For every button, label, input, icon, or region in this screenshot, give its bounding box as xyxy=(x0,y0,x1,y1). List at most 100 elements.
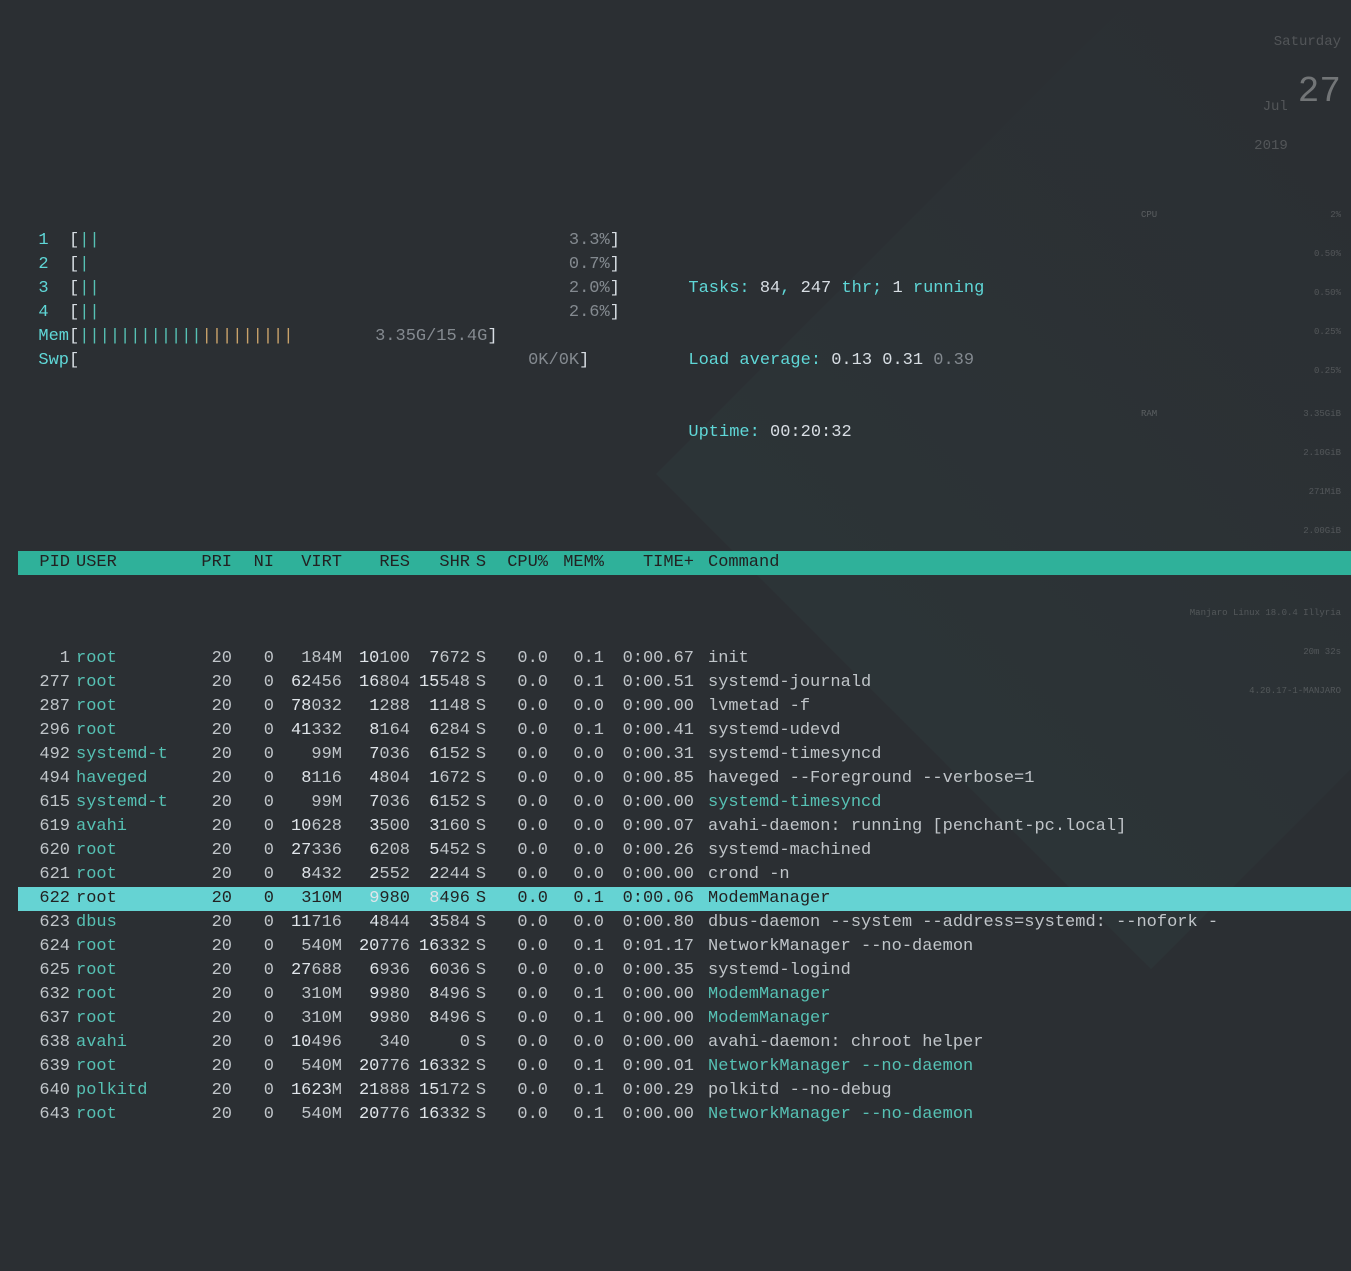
cell-ni: 0 xyxy=(232,863,274,887)
col-user[interactable]: USER xyxy=(76,551,186,575)
cell-pri: 20 xyxy=(186,815,232,839)
cell-res: 20776 xyxy=(342,1103,410,1127)
widget-year: 2019 xyxy=(1245,140,1288,153)
table-header[interactable]: PID USER PRI NI VIRT RES SHR S CPU% MEM%… xyxy=(18,551,1351,575)
cell-s: S xyxy=(470,887,492,911)
cell-user: systemd-t xyxy=(76,791,186,815)
cell-pid: 494 xyxy=(18,767,76,791)
col-shr[interactable]: SHR xyxy=(410,551,470,575)
cell-ni: 0 xyxy=(232,935,274,959)
cell-time: 0:01.17 xyxy=(604,935,704,959)
col-mem[interactable]: MEM% xyxy=(548,551,604,575)
cell-user: systemd-t xyxy=(76,743,186,767)
process-row[interactable]: 620root2002733662085452S0.00.00:00.26sys… xyxy=(18,839,1351,863)
cell-time: 0:00.26 xyxy=(604,839,704,863)
process-row[interactable]: 615systemd-t20099M70366152S0.00.00:00.00… xyxy=(18,791,1351,815)
cell-cmd: ModemManager xyxy=(704,887,1351,911)
cell-virt: 310M xyxy=(274,983,342,1007)
cell-user: root xyxy=(76,1055,186,1079)
cpu1-pct: 3.3% xyxy=(569,231,610,250)
process-row[interactable]: 492systemd-t20099M70366152S0.00.00:00.31… xyxy=(18,743,1351,767)
widget-month: Jul xyxy=(1245,101,1288,114)
cell-res: 6208 xyxy=(342,839,410,863)
cell-s: S xyxy=(470,1079,492,1103)
process-row[interactable]: 637root200310M99808496S0.00.10:00.00Mode… xyxy=(18,1007,1351,1031)
cell-user: root xyxy=(76,1103,186,1127)
process-row[interactable]: 619avahi2001062835003160S0.00.00:00.07av… xyxy=(18,815,1351,839)
process-row[interactable]: 1root200184M101007672S0.00.10:00.67init xyxy=(18,647,1351,671)
col-virt[interactable]: VIRT xyxy=(274,551,342,575)
cell-cpu: 0.0 xyxy=(492,863,548,887)
htop-panel[interactable]: 1 [|| 3.3%]2 [| 0.7%]3 [|| 2.0%]4 [|| xyxy=(0,192,1351,1151)
cell-s: S xyxy=(470,815,492,839)
cell-pid: 643 xyxy=(18,1103,76,1127)
cell-res: 9980 xyxy=(342,887,410,911)
cell-shr: 6152 xyxy=(410,791,470,815)
process-row[interactable]: 643root200540M2077616332S0.00.10:00.00Ne… xyxy=(18,1103,1351,1127)
col-cpu[interactable]: CPU% xyxy=(492,551,548,575)
cell-pri: 20 xyxy=(186,791,232,815)
cell-pri: 20 xyxy=(186,1103,232,1127)
process-row[interactable]: 638avahi200104963400S0.00.00:00.00avahi-… xyxy=(18,1031,1351,1055)
process-row[interactable]: 624root200540M2077616332S0.00.10:01.17Ne… xyxy=(18,935,1351,959)
process-row[interactable]: 640polkitd2001623M2188815172S0.00.10:00.… xyxy=(18,1079,1351,1103)
cell-shr: 0 xyxy=(410,1031,470,1055)
process-row[interactable]: 639root200540M2077616332S0.00.10:00.01Ne… xyxy=(18,1055,1351,1079)
cell-cpu: 0.0 xyxy=(492,887,548,911)
cell-virt: 99M xyxy=(274,791,342,815)
cell-res: 20776 xyxy=(342,935,410,959)
col-cmd[interactable]: Command xyxy=(704,551,1351,575)
col-pid[interactable]: PID xyxy=(18,551,76,575)
cell-s: S xyxy=(470,839,492,863)
cell-cmd: systemd-journald xyxy=(704,671,1351,695)
process-row[interactable]: 296root2004133281646284S0.00.10:00.41sys… xyxy=(18,719,1351,743)
cell-mem: 0.1 xyxy=(548,1103,604,1127)
process-row[interactable]: 277root200624561680415548S0.00.10:00.51s… xyxy=(18,671,1351,695)
cell-cpu: 0.0 xyxy=(492,983,548,1007)
cell-mem: 0.0 xyxy=(548,767,604,791)
cell-pri: 20 xyxy=(186,671,232,695)
cell-res: 16804 xyxy=(342,671,410,695)
process-row[interactable]: 623dbus2001171648443584S0.00.00:00.80dbu… xyxy=(18,911,1351,935)
cell-mem: 0.1 xyxy=(548,1079,604,1103)
col-ni[interactable]: NI xyxy=(232,551,274,575)
cell-user: root xyxy=(76,839,186,863)
cell-virt: 27688 xyxy=(274,959,342,983)
cell-virt: 99M xyxy=(274,743,342,767)
cell-cmd: crond -n xyxy=(704,863,1351,887)
swp-value: 0K/0K xyxy=(528,351,579,370)
cell-pri: 20 xyxy=(186,1079,232,1103)
cpu4-pct: 2.6% xyxy=(569,303,610,322)
cell-time: 0:00.51 xyxy=(604,671,704,695)
col-res[interactable]: RES xyxy=(342,551,410,575)
process-row[interactable]: 622root200310M99808496S0.00.10:00.06Mode… xyxy=(18,887,1351,911)
col-pri[interactable]: PRI xyxy=(186,551,232,575)
cell-res: 20776 xyxy=(342,1055,410,1079)
col-time[interactable]: TIME+ xyxy=(604,551,704,575)
col-s[interactable]: S xyxy=(470,551,492,575)
process-table[interactable]: 1root200184M101007672S0.00.10:00.67init2… xyxy=(18,647,1351,1127)
cell-virt: 8432 xyxy=(274,863,342,887)
cell-mem: 0.0 xyxy=(548,695,604,719)
process-row[interactable]: 632root200310M99808496S0.00.10:00.00Mode… xyxy=(18,983,1351,1007)
cell-pid: 623 xyxy=(18,911,76,935)
mem-value: 3.35G/15.4G xyxy=(375,327,487,346)
cell-mem: 0.0 xyxy=(548,1031,604,1055)
cell-ni: 0 xyxy=(232,695,274,719)
cell-ni: 0 xyxy=(232,647,274,671)
cell-pid: 639 xyxy=(18,1055,76,1079)
cell-time: 0:00.06 xyxy=(604,887,704,911)
cell-shr: 3584 xyxy=(410,911,470,935)
process-row[interactable]: 625root2002768869366036S0.00.00:00.35sys… xyxy=(18,959,1351,983)
process-row[interactable]: 621root200843225522244S0.00.00:00.00cron… xyxy=(18,863,1351,887)
process-row[interactable]: 494haveged200811648041672S0.00.00:00.85h… xyxy=(18,767,1351,791)
process-row[interactable]: 287root2007803212881148S0.00.00:00.00lvm… xyxy=(18,695,1351,719)
cell-res: 7036 xyxy=(342,791,410,815)
cell-pid: 277 xyxy=(18,671,76,695)
cell-pri: 20 xyxy=(186,743,232,767)
cell-cpu: 0.0 xyxy=(492,1055,548,1079)
uptime-value: 00:20:32 xyxy=(770,423,852,442)
cell-shr: 2244 xyxy=(410,863,470,887)
cell-virt: 310M xyxy=(274,887,342,911)
cell-mem: 0.0 xyxy=(548,863,604,887)
